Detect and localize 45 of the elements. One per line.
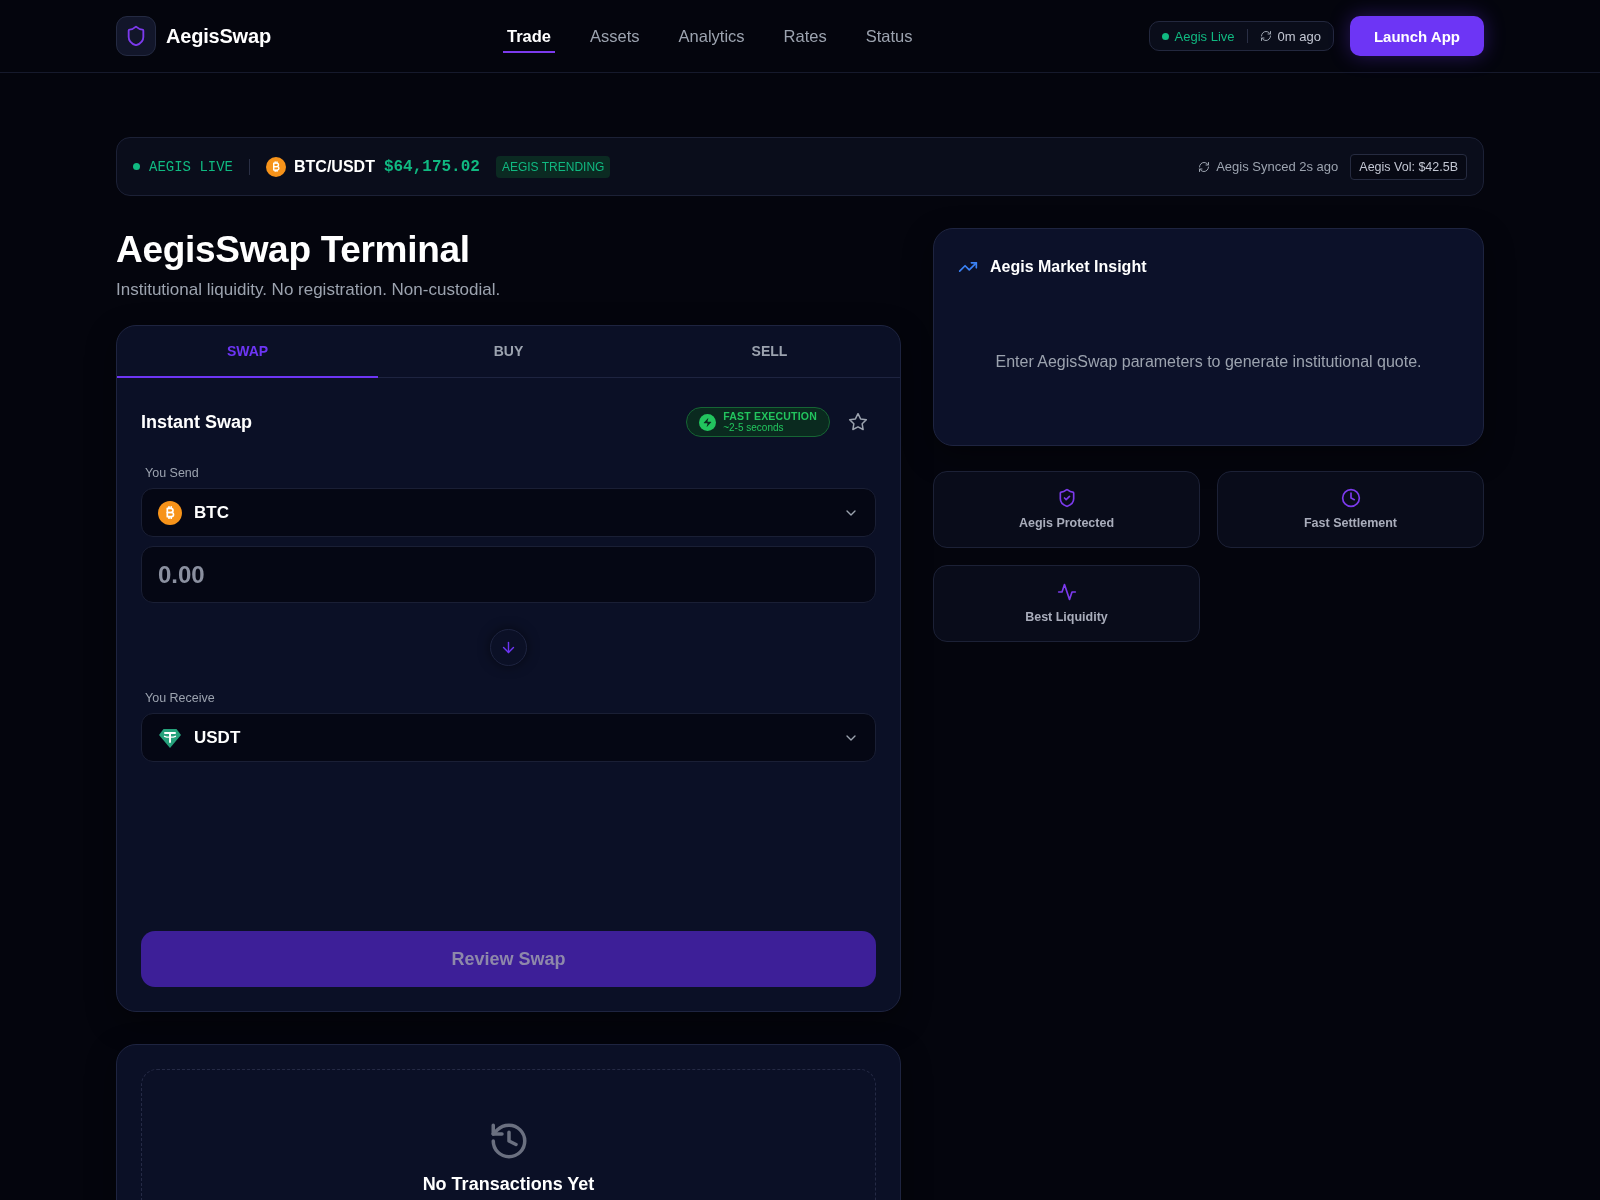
refresh-icon [1198, 160, 1211, 173]
live-status: Aegis Live [1174, 28, 1235, 44]
star-icon[interactable] [848, 412, 868, 432]
trading-pair: BTC/USDT [294, 157, 375, 176]
speed-detail: ~2-5 seconds [723, 422, 785, 433]
feature-label: Best Liquidity [1025, 610, 1108, 624]
sync-status: Aegis Synced 2s ago [1216, 159, 1339, 174]
empty-state-title: No Transactions Yet [422, 1173, 595, 1195]
page-subtitle: Institutional liquidity. No registration. Non-custodial. [116, 280, 501, 300]
price: $64,175.02 [383, 157, 480, 176]
arrow-down-icon [500, 639, 517, 656]
page-title: AegisSwap Terminal [116, 228, 470, 272]
feature-label: Aegis Protected [1018, 516, 1115, 530]
nav-link[interactable]: Trade [502, 21, 555, 53]
launch-app-button[interactable]: Launch App [1349, 16, 1484, 56]
trending-badge: AEGIS TRENDING [495, 155, 611, 178]
live-dot-icon [1161, 32, 1169, 40]
bitcoin-icon [158, 500, 182, 525]
live-label: AEGIS LIVE [149, 158, 233, 175]
lightning-icon [699, 413, 717, 431]
nav-link[interactable]: Analytics [674, 21, 749, 53]
asset-dropdown[interactable]: BTC [141, 488, 876, 537]
insight-message: Enter AegisSwap parameters to generate institutional quote. [994, 352, 1423, 372]
nav-link[interactable]: Rates [779, 21, 831, 53]
trade-tab[interactable]: BUY [378, 326, 639, 378]
amount-input[interactable]: 0.00 [141, 546, 876, 603]
bitcoin-icon [266, 156, 286, 177]
feature-label: Fast Settlement [1303, 516, 1398, 530]
live-dot-icon [133, 163, 140, 170]
update-time: 0m ago [1277, 28, 1321, 44]
pulse-icon [1056, 582, 1077, 602]
field-label: You Send [145, 466, 199, 480]
asset-dropdown[interactable]: USDT [141, 713, 876, 762]
panel-title: Instant Swap [141, 411, 252, 433]
clock-icon [1340, 488, 1361, 508]
trade-tab[interactable]: SELL [639, 326, 900, 378]
nav-link[interactable]: Status [861, 21, 917, 53]
refresh-icon [1259, 30, 1272, 42]
brand-name: AegisSwap [166, 24, 271, 48]
field-label: You Receive [145, 691, 215, 705]
speed-label: FAST EXECUTION [723, 411, 817, 422]
insight-title: Aegis Market Insight [990, 258, 1147, 276]
nav-link[interactable]: Assets [586, 21, 644, 53]
shield-logo-icon [116, 16, 156, 56]
volume-badge: Aegis Vol: $42.5B [1350, 153, 1467, 180]
